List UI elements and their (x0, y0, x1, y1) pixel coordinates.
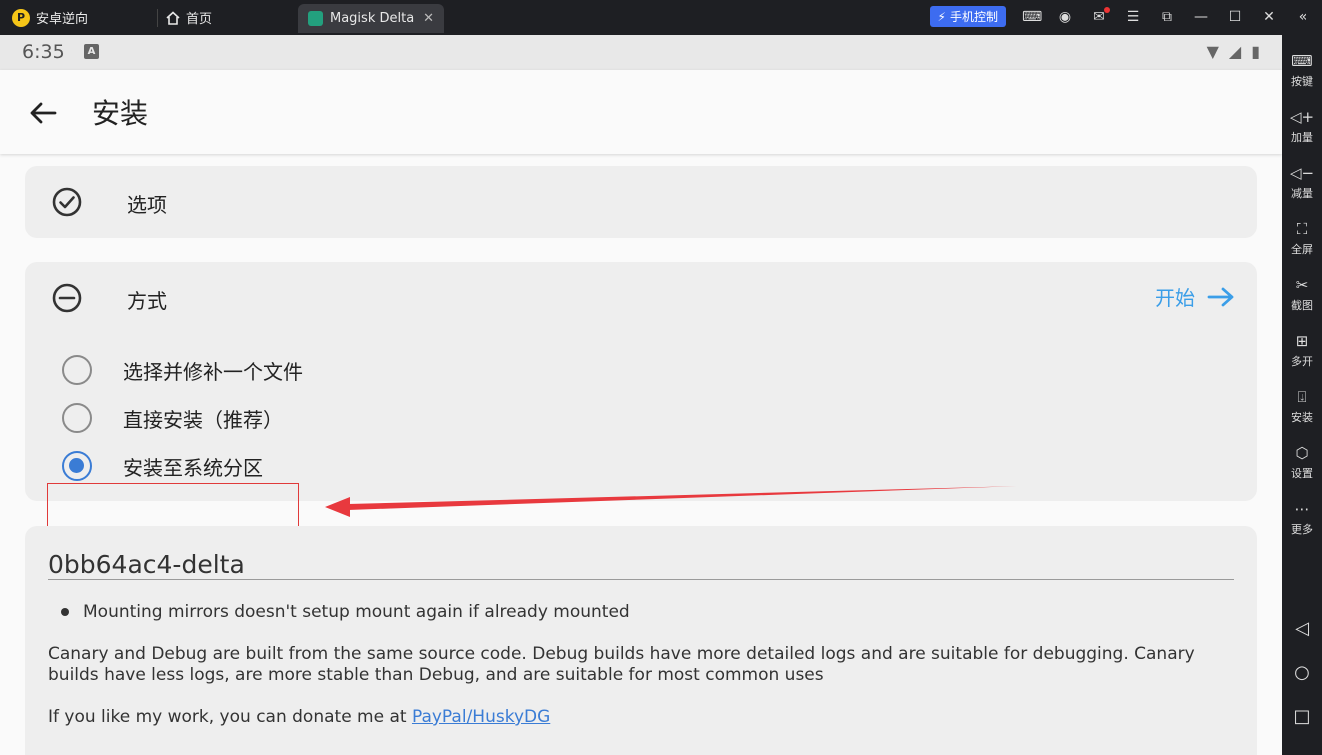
changelog-paragraph: Canary and Debug are built from the same… (48, 644, 1195, 685)
tab-label: Magisk Delta (330, 11, 415, 26)
list-item-text: Mounting mirrors doesn't setup mount aga… (83, 602, 630, 622)
signal-icon: ◢ (1228, 42, 1242, 61)
nav-home-icon[interactable]: ○ (1282, 662, 1322, 683)
battery-icon: ▮ (1251, 42, 1260, 61)
phone-control-button[interactable]: ⚡ 手机控制 (929, 6, 1006, 27)
android-screen: 6:35 A ▼ ◢ ▮ 安装 选项 方式 开始 选择并修补一个文件 直接安装（… (0, 35, 1282, 755)
radio-button[interactable] (62, 355, 92, 385)
popout-icon[interactable]: ⧉ (1158, 9, 1176, 25)
radio-label: 安装至系统分区 (123, 455, 263, 480)
changelog-card: 0bb64ac4-delta Mounting mirrors doesn't … (25, 526, 1257, 755)
tab-magisk-delta[interactable]: Magisk Delta ✕ (298, 4, 444, 33)
home-tab-label: 首页 (186, 12, 213, 27)
divider (48, 579, 1234, 580)
fullscreen-icon: ⛶ (1296, 220, 1308, 238)
list-item: Mounting mirrors doesn't setup mount aga… (61, 602, 630, 622)
arrow-right-icon (1207, 287, 1234, 306)
sidebar-item-install[interactable]: ⍗ 安装 (1282, 387, 1322, 425)
app-name-area[interactable]: P 安卓逆向 (12, 8, 88, 27)
app-name: 安卓逆向 (36, 12, 89, 27)
sidebar-item-volume-up[interactable]: ◁+ 加量 (1282, 107, 1322, 145)
more-icon: ⋯ (1294, 500, 1310, 518)
multi-instance-icon: ⊞ (1295, 332, 1309, 350)
sidebar-item-fullscreen[interactable]: ⛶ 全屏 (1282, 219, 1322, 257)
sidebar-item-keys[interactable]: ⌨ 按键 (1282, 51, 1322, 89)
options-label: 选项 (127, 193, 167, 217)
radio-label: 选择并修补一个文件 (123, 359, 303, 384)
divider (157, 9, 158, 27)
sidebar-item-label: 更多 (1291, 523, 1313, 536)
sidebar-item-label: 按键 (1291, 75, 1313, 88)
start-button[interactable]: 开始 (1155, 282, 1235, 311)
sidebar-item-more[interactable]: ⋯ 更多 (1282, 499, 1322, 537)
apk-install-icon: ⍗ (1297, 388, 1307, 406)
nav-recents-icon[interactable]: □ (1282, 706, 1322, 727)
sidebar-item-label: 设置 (1291, 467, 1313, 480)
method-card: 方式 开始 选择并修补一个文件 直接安装（推荐） 安装至系统分区 (25, 262, 1257, 501)
wifi-icon: ▼ (1206, 42, 1219, 61)
gamepad-icon[interactable]: ⌨ (1022, 9, 1042, 25)
start-label: 开始 (1155, 286, 1195, 310)
minimize-icon[interactable]: — (1192, 9, 1210, 25)
sidebar-item-settings[interactable]: ⬡ 设置 (1282, 443, 1322, 481)
back-arrow-icon[interactable] (26, 96, 60, 130)
app-logo-icon: P (12, 8, 30, 27)
radio-option-patch-file[interactable]: 选择并修补一个文件 (62, 355, 303, 385)
collapse-sidebar-icon[interactable]: « (1294, 9, 1312, 25)
check-circle-icon (52, 187, 82, 217)
sidebar-item-label: 截图 (1291, 299, 1313, 312)
android-status-bar: 6:35 A ▼ ◢ ▮ (0, 35, 1282, 70)
radio-label: 直接安装（推荐） (123, 407, 283, 432)
changelog-title: 0bb64ac4-delta (48, 550, 245, 579)
method-label: 方式 (127, 289, 167, 313)
sidebar-item-label: 全屏 (1291, 243, 1313, 256)
magisk-app-icon (308, 11, 323, 26)
maximize-icon[interactable]: ☐ (1226, 9, 1244, 25)
sidebar-item-multi[interactable]: ⊞ 多开 (1282, 331, 1322, 369)
keyboard-icon: ⌨ (1291, 52, 1313, 70)
volume-down-icon: ◁− (1289, 164, 1315, 182)
sidebar-item-label: 多开 (1291, 355, 1313, 368)
nav-back-icon[interactable]: ◁ (1282, 618, 1322, 639)
radio-button-selected[interactable] (62, 451, 92, 481)
sidebar-item-screenshot[interactable]: ✂ 截图 (1282, 275, 1322, 313)
volume-up-icon: ◁+ (1289, 108, 1315, 126)
minus-circle-icon (52, 283, 82, 313)
notification-dot (1104, 6, 1110, 13)
settings-icon: ⬡ (1295, 444, 1309, 462)
page-title: 安装 (92, 97, 149, 130)
home-icon (166, 10, 180, 25)
app-bar: 安装 (0, 70, 1282, 154)
status-time: 6:35 (22, 41, 65, 63)
close-icon[interactable]: ✕ (423, 11, 434, 26)
annotation-arrow (325, 486, 1020, 517)
emulator-sidebar: ⌨ 按键 ◁+ 加量 ◁− 减量 ⛶ 全屏 ✂ 截图 ⊞ 多开 ⍗ 安装 ⬡ 设… (1282, 35, 1322, 755)
sidebar-item-volume-down[interactable]: ◁− 减量 (1282, 163, 1322, 201)
home-tab[interactable]: 首页 (166, 8, 212, 27)
donate-link[interactable]: PayPal/HuskyDG (412, 707, 550, 727)
sidebar-item-label: 安装 (1291, 411, 1313, 424)
options-card[interactable]: 选项 (25, 166, 1257, 238)
bullet-dot (61, 608, 69, 616)
scissors-icon: ✂ (1295, 276, 1309, 294)
sidebar-item-label: 加量 (1291, 131, 1313, 144)
lightning-icon: ⚡ (937, 9, 946, 24)
donate-text: If you like my work, you can donate me a… (48, 707, 412, 727)
window-close-icon[interactable]: ✕ (1260, 9, 1278, 25)
sidebar-item-label: 减量 (1291, 187, 1313, 200)
emulator-titlebar: P 安卓逆向 首页 Magisk Delta ✕ ⚡ 手机控制 ⌨ ◉ ✉ ☰ … (0, 0, 1322, 35)
radio-button[interactable] (62, 403, 92, 433)
radio-option-system-partition[interactable]: 安装至系统分区 (62, 451, 263, 481)
phone-control-label: 手机控制 (949, 10, 998, 24)
mail-icon[interactable]: ✉ (1090, 6, 1110, 25)
user-icon[interactable]: ◉ (1056, 9, 1074, 25)
radio-option-direct-install[interactable]: 直接安装（推荐） (62, 403, 283, 433)
menu-icon[interactable]: ☰ (1124, 9, 1142, 25)
donate-paragraph: If you like my work, you can donate me a… (48, 707, 1238, 728)
status-badge: A (84, 44, 99, 59)
